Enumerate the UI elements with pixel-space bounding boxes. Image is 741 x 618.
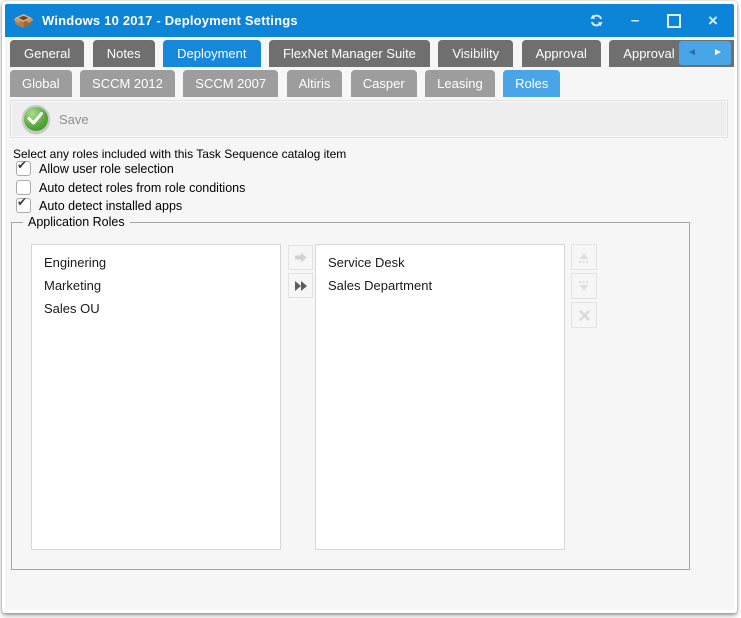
checkbox-label: Auto detect roles from role conditions <box>39 181 245 195</box>
instruction-text: Select any roles included with this Task… <box>13 147 346 161</box>
checkbox-checked-icon: ✔ <box>16 161 31 176</box>
x-delete-icon <box>578 309 591 322</box>
window-title: Windows 10 2017 - Deployment Settings <box>42 13 588 28</box>
screen: Windows 10 2017 - Deployment Settings – … <box>0 0 741 618</box>
down-arrow-icon <box>577 280 591 293</box>
save-button[interactable]: Save <box>20 103 97 135</box>
checkbox-label: Allow user role selection <box>39 162 174 176</box>
tab-leasing[interactable]: Leasing <box>425 70 495 97</box>
refresh-icon[interactable] <box>588 13 604 29</box>
maximize-icon[interactable] <box>666 13 682 29</box>
tab-flexnet-manager-suite[interactable]: FlexNet Manager Suite <box>269 40 430 67</box>
list-item[interactable]: Service Desk <box>316 251 564 274</box>
deployment-settings-window: Windows 10 2017 - Deployment Settings – … <box>2 1 737 613</box>
checkbox-unchecked-icon <box>16 180 31 195</box>
package-box-icon <box>14 13 33 29</box>
list-item[interactable]: Enginering <box>32 251 280 274</box>
titlebar: Windows 10 2017 - Deployment Settings – … <box>5 4 734 37</box>
tab-casper[interactable]: Casper <box>351 70 417 97</box>
groupbox-legend: Application Roles <box>23 215 130 229</box>
add-role-button[interactable] <box>288 245 313 270</box>
secondary-tab-strip: Global SCCM 2012 SCCM 2007 Altiris Caspe… <box>10 70 734 97</box>
checkbox-checked-icon: ✔ <box>16 198 31 213</box>
checkbox-auto-detect-installed-apps[interactable]: ✔ Auto detect installed apps <box>16 198 182 213</box>
move-up-button[interactable] <box>571 244 597 270</box>
primary-tab-strip: General Notes Deployment FlexNet Manager… <box>10 40 734 67</box>
tab-sccm-2007[interactable]: SCCM 2007 <box>183 70 278 97</box>
list-item[interactable]: Sales Department <box>316 274 564 297</box>
available-roles-listbox[interactable]: Enginering Marketing Sales OU <box>31 244 281 550</box>
green-check-circle-icon <box>22 105 50 133</box>
close-icon[interactable]: × <box>705 13 721 29</box>
tab-visibility[interactable]: Visibility <box>438 40 513 67</box>
checkbox-allow-user-role-selection[interactable]: ✔ Allow user role selection <box>16 161 174 176</box>
up-arrow-icon <box>577 251 591 264</box>
move-down-button[interactable] <box>571 273 597 299</box>
toolbar: Save <box>10 100 728 138</box>
list-item[interactable]: Marketing <box>32 274 280 297</box>
tab-altiris[interactable]: Altiris <box>287 70 343 97</box>
tab-deployment[interactable]: Deployment <box>163 40 260 67</box>
add-all-roles-button[interactable] <box>288 273 313 298</box>
tab-global[interactable]: Global <box>10 70 72 97</box>
double-right-arrow-icon <box>294 280 308 292</box>
content-area: General Notes Deployment FlexNet Manager… <box>5 37 734 610</box>
list-item[interactable]: Sales OU <box>32 297 280 320</box>
remove-role-button[interactable] <box>571 302 597 328</box>
checkbox-auto-detect-roles-from-conditions[interactable]: Auto detect roles from role conditions <box>16 180 245 195</box>
application-roles-groupbox: Application Roles Enginering Marketing S… <box>11 222 690 570</box>
scroll-right-icon[interactable]: ► <box>713 41 723 65</box>
minimize-icon[interactable]: – <box>627 13 643 29</box>
tab-roles[interactable]: Roles <box>503 70 560 97</box>
selected-roles-listbox[interactable]: Service Desk Sales Department <box>315 244 565 550</box>
tab-general[interactable]: General <box>10 40 84 67</box>
right-arrow-icon <box>293 251 308 264</box>
checkbox-label: Auto detect installed apps <box>39 199 182 213</box>
tab-sccm-2012[interactable]: SCCM 2012 <box>80 70 175 97</box>
window-controls: – × <box>588 13 721 29</box>
scroll-left-icon[interactable]: ◄ <box>687 41 697 65</box>
tab-approval[interactable]: Approval <box>522 40 601 67</box>
save-button-label: Save <box>59 112 89 127</box>
tab-scroll-buttons: ◄ ► <box>679 41 731 65</box>
tab-notes[interactable]: Notes <box>93 40 155 67</box>
